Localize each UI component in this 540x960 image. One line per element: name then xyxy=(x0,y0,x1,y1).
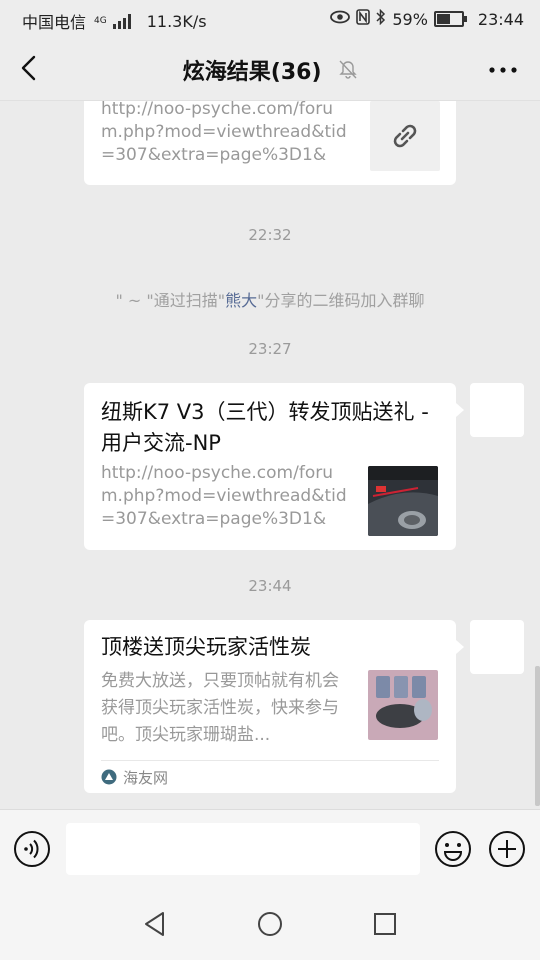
input-bar xyxy=(0,809,540,890)
message-list[interactable]: http://noo-psyche.com/forum.php?mod=view… xyxy=(0,101,540,809)
triangle-back-icon xyxy=(145,912,164,936)
circle-home-icon xyxy=(258,912,282,936)
link-card-forum[interactable]: 纽斯K7 V3（三代）转发顶贴送礼 - 用户交流-NP http://noo-p… xyxy=(84,383,456,550)
link-source-name: 海友网 xyxy=(123,768,169,787)
voice-button[interactable] xyxy=(13,830,51,868)
signal-icon xyxy=(112,13,131,29)
link-description: 免费大放送，只要顶帖就有机会获得顶尖玩家活性炭，快来参与吧。顶尖玩家珊瑚盐... xyxy=(101,671,339,745)
link-thumbnail xyxy=(368,466,438,536)
emoji-button[interactable] xyxy=(434,830,472,868)
battery-icon xyxy=(433,11,467,27)
timestamp: 23:27 xyxy=(248,340,292,358)
eye-icon xyxy=(330,10,351,28)
bubble-tail xyxy=(456,403,464,417)
card-divider xyxy=(101,760,439,761)
status-right: 59% 23:44 xyxy=(330,8,524,29)
site-logo-icon xyxy=(101,769,117,785)
system-notice-suffix: "分享的二维码加入群聊 xyxy=(257,291,425,310)
carrier-label: 中国电信 xyxy=(22,13,87,32)
link-thumb-placeholder xyxy=(370,101,440,171)
bell-off-icon xyxy=(339,60,357,86)
network-type: 4G xyxy=(94,16,107,26)
timestamp: 23:44 xyxy=(248,577,292,595)
clock: 23:44 xyxy=(477,9,524,29)
link-card-top[interactable]: http://noo-psyche.com/forum.php?mod=view… xyxy=(84,101,456,185)
plus-circle-icon xyxy=(489,831,525,867)
system-notice-prefix: " ~ "通过扫描" xyxy=(115,291,226,310)
avatar[interactable] xyxy=(470,383,524,437)
more-button[interactable] xyxy=(488,60,518,80)
member-name-link[interactable]: 熊大 xyxy=(225,291,257,310)
link-url: http://noo-psyche.com/forum.php?mod=view… xyxy=(101,463,347,529)
nav-recents-button[interactable] xyxy=(370,909,400,939)
system-notice: " ~ "通过扫描"熊大"分享的二维码加入群聊 xyxy=(0,287,540,311)
link-title: 纽斯K7 V3（三代）转发顶贴送礼 - 用户交流-NP xyxy=(101,400,429,455)
bubble-tail xyxy=(456,640,464,654)
network-speed: 11.3K/s xyxy=(146,11,207,31)
nav-back-button[interactable] xyxy=(140,909,170,939)
status-left: 中国电信 4G 11.3K/s xyxy=(22,9,207,33)
bluetooth-icon xyxy=(376,8,386,29)
chat-title: 炫海结果(36) xyxy=(182,60,322,85)
message-input[interactable] xyxy=(66,823,420,875)
system-nav-bar xyxy=(0,889,540,960)
more-functions-button[interactable] xyxy=(488,830,526,868)
scrollbar[interactable] xyxy=(535,666,540,806)
status-bar: 中国电信 4G 11.3K/s 59% 23:44 xyxy=(0,0,540,38)
chat-title-wrap: 炫海结果(36) xyxy=(0,54,540,86)
square-recents-icon xyxy=(374,913,396,935)
nfc-icon xyxy=(356,9,371,29)
link-thumbnail xyxy=(368,670,438,740)
link-card-article[interactable]: 顶楼送顶尖玩家活性炭 免费大放送，只要顶帖就有机会获得顶尖玩家活性炭，快来参与吧… xyxy=(84,620,456,793)
voice-icon xyxy=(14,831,50,867)
battery-percent: 59% xyxy=(392,9,428,29)
link-source: 海友网 xyxy=(101,765,168,789)
more-dots-icon xyxy=(489,67,517,73)
nav-home-button[interactable] xyxy=(255,909,285,939)
emoji-icon xyxy=(435,831,471,867)
timestamp: 22:32 xyxy=(248,226,292,244)
link-title: 顶楼送顶尖玩家活性炭 xyxy=(101,635,311,659)
link-url: http://noo-psyche.com/forum.php?mod=view… xyxy=(101,101,347,165)
link-icon xyxy=(393,124,417,148)
avatar[interactable] xyxy=(470,620,524,674)
chat-header: 炫海结果(36) xyxy=(0,38,540,101)
